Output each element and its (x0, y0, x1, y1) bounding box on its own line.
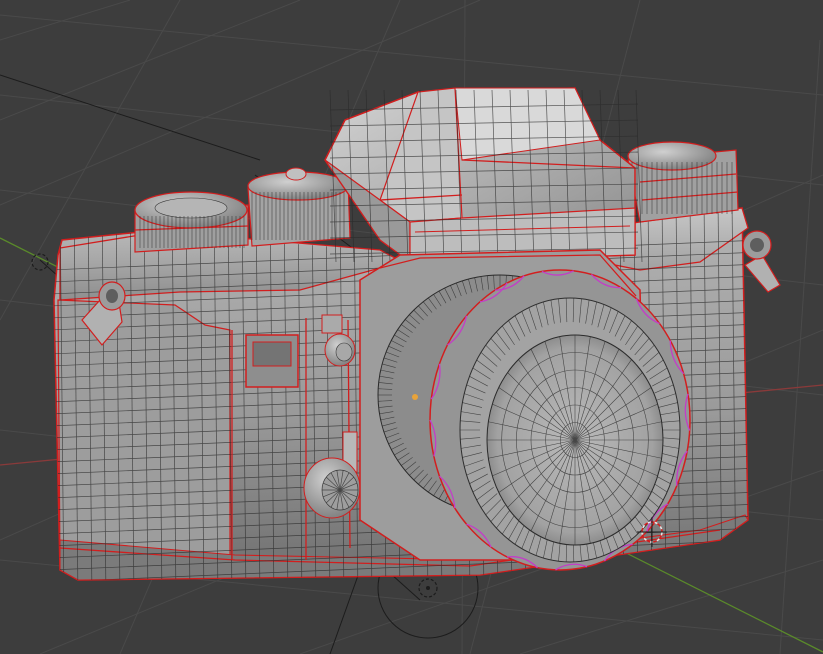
light-probe-icon[interactable] (31, 253, 49, 271)
front-knob-lower[interactable] (303, 457, 361, 519)
origin-dot-icon[interactable] (412, 394, 418, 400)
camera-model[interactable] (50, 87, 781, 600)
mode-dial[interactable] (627, 141, 739, 223)
strap-lug-right[interactable] (742, 230, 781, 293)
3d-viewport[interactable] (0, 0, 823, 654)
hand-grip[interactable] (57, 299, 231, 576)
rewind-dial[interactable] (134, 191, 249, 253)
prism-housing[interactable] (324, 87, 643, 264)
camera-origin-icon[interactable] (418, 578, 438, 598)
viewport-canvas[interactable] (0, 0, 823, 654)
